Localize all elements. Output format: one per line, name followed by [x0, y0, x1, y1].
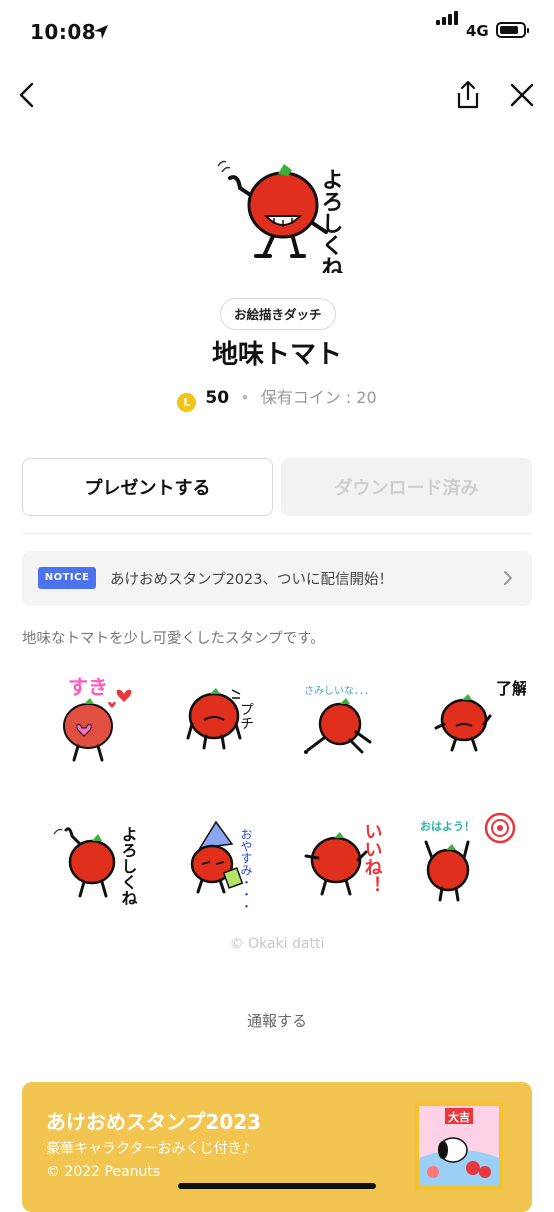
price-row: L 50 • 保有コイン : 20	[0, 384, 554, 412]
sticker-item[interactable]: よろしくね	[50, 808, 160, 918]
sticker-item[interactable]: おやすみ・・・	[174, 808, 284, 918]
sticker-item[interactable]: おはよう！	[416, 808, 526, 918]
divider	[22, 533, 532, 534]
chevron-right-icon	[504, 571, 512, 585]
present-button[interactable]: プレゼントする	[22, 458, 273, 516]
location-arrow-icon	[94, 25, 108, 39]
svg-text:さみしいな．．．: さみしいな．．．	[304, 685, 374, 697]
sticker-item[interactable]: いいね！	[296, 808, 406, 918]
close-icon[interactable]	[505, 78, 539, 112]
download-button[interactable]: ダウンロード済み	[281, 458, 532, 516]
status-bar: 10:08 4G	[0, 0, 554, 64]
notice-text: あけおめスタンプ2023、ついに配信開始！	[110, 572, 393, 588]
banner-title: あけおめスタンプ2023	[46, 1110, 262, 1134]
svg-text:よろしくね: よろしくね	[119, 826, 138, 906]
promo-banner[interactable]: あけおめスタンプ2023 豪華キャラクターおみくじ付き♪ © 2022 Pean…	[22, 1082, 532, 1212]
description: 地味なトマトを少し可愛くしたスタンプです。	[22, 631, 325, 647]
share-icon[interactable]	[451, 78, 485, 112]
separator-dot: •	[240, 388, 250, 407]
main-sticker-text: よろしくね	[318, 168, 344, 273]
notice-badge: NOTICE	[38, 567, 96, 589]
banner-thumbnail: 大吉	[415, 1102, 503, 1190]
creator-chip[interactable]: お絵描きダッチ	[220, 298, 336, 330]
svg-text:了解です: 了解です	[496, 679, 526, 698]
sticker-item[interactable]: 了解です	[416, 668, 526, 778]
report-link[interactable]: 通報する	[0, 1010, 554, 1031]
line-coin-icon: L	[177, 393, 197, 412]
sticker-item[interactable]: プチ	[174, 668, 284, 778]
svg-text:大吉: 大吉	[448, 1110, 470, 1124]
sticker-item[interactable]: さみしいな．．．	[296, 668, 406, 778]
notice-banner[interactable]: NOTICE あけおめスタンプ2023、ついに配信開始！	[22, 551, 532, 606]
sticker-item[interactable]: すき	[50, 668, 160, 778]
svg-text:おやすみ・・・: おやすみ・・・	[239, 828, 253, 912]
status-time: 10:08	[30, 20, 97, 44]
banner-copyright: © 2022 Peanuts	[46, 1164, 161, 1180]
chevron-left-icon[interactable]	[10, 78, 44, 112]
svg-text:いいね！: いいね！	[362, 822, 383, 894]
svg-text:すき: すき	[68, 675, 108, 699]
owned-coins: 保有コイン : 20	[260, 388, 377, 407]
top-nav	[0, 70, 554, 120]
svg-text:プチ: プチ	[238, 702, 254, 730]
svg-text:おはよう！: おはよう！	[420, 820, 475, 833]
copyright-text: © Okaki datti	[229, 936, 325, 952]
page-title: 地味トマト	[211, 340, 342, 370]
home-indicator	[178, 1183, 376, 1189]
price: 50	[205, 388, 230, 408]
banner-subtitle: 豪華キャラクターおみくじ付き♪	[46, 1141, 251, 1157]
network-type: 4G	[466, 22, 489, 40]
battery-icon	[496, 22, 529, 38]
main-sticker-image: よろしくね	[217, 160, 344, 273]
